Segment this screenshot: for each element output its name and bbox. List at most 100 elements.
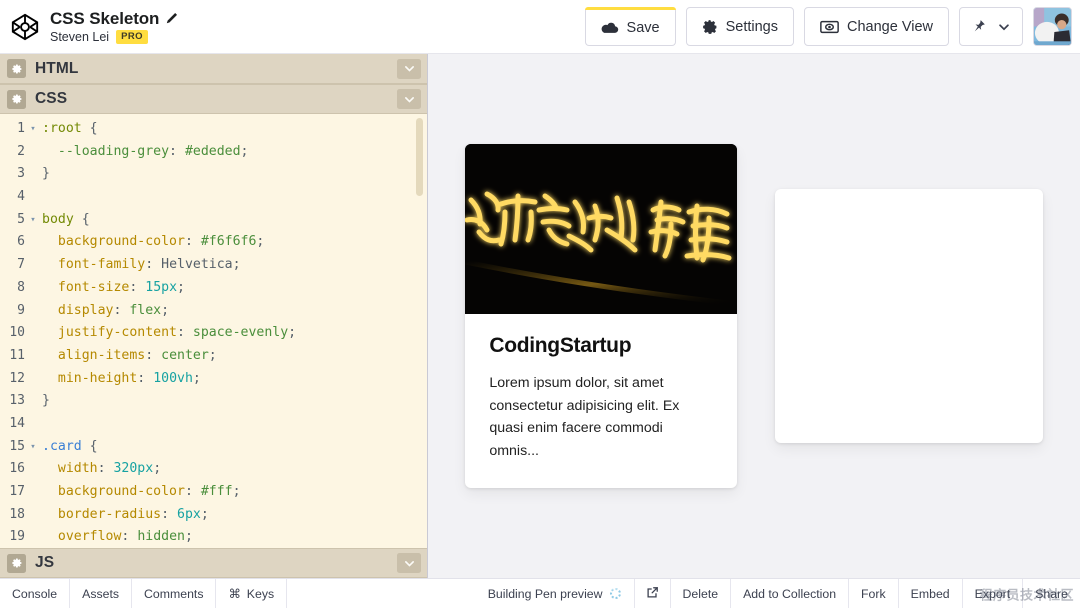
editor-scrollbar-thumb[interactable]	[416, 118, 423, 196]
code-text: justify-content: space-evenly;	[57, 325, 297, 341]
code-line[interactable]: 18 border-radius: 6px;	[0, 504, 427, 527]
code-text: --loading-grey: #ededed;	[57, 143, 249, 159]
code-line[interactable]: 19 overflow: hidden;	[0, 526, 427, 548]
css-collapse-chevron-down-icon[interactable]	[397, 89, 421, 109]
pin-button[interactable]	[959, 7, 1023, 46]
panel-header-css[interactable]: CSS	[0, 84, 427, 114]
css-code-editor[interactable]: 1 ▾:root {2 --loading-grey: #ededed; 3} 4 5 ▾…	[0, 114, 427, 548]
author-name[interactable]: Steven Lei	[50, 30, 109, 44]
avatar[interactable]	[1033, 7, 1072, 46]
bottom-right-actions: Building Pen preview Delete Add to Colle…	[475, 579, 1080, 608]
change-view-button[interactable]: Change View	[804, 7, 949, 46]
bottom-item-console[interactable]: Console	[0, 579, 71, 608]
add-to-collection-button[interactable]: Add to Collection	[730, 579, 848, 608]
export-label: Export	[974, 586, 1011, 601]
code-line[interactable]: 1 ▾:root {	[0, 118, 427, 141]
bottom-item-assets[interactable]: Assets	[70, 579, 133, 608]
line-number: 7	[17, 257, 25, 273]
code-text: min-height: 100vh;	[57, 370, 201, 386]
keys-label: Keys	[246, 586, 275, 601]
card-image	[465, 144, 738, 314]
css-settings-gear-icon[interactable]	[7, 89, 26, 109]
top-actions: Save Settings Change View	[584, 7, 1072, 46]
preview-pane[interactable]: CodingStartup Lorem ipsum dolor, sit ame…	[428, 54, 1080, 578]
assets-label: Assets	[82, 586, 120, 601]
code-text: background-color: #f6f6f6;	[57, 234, 265, 250]
view-icon	[820, 20, 839, 34]
fold-toggle-icon[interactable]: ▾	[26, 436, 40, 459]
bottom-item-comments[interactable]: Comments	[132, 579, 217, 608]
line-number: 10	[9, 325, 25, 341]
add-to-collection-label: Add to Collection	[743, 586, 837, 601]
line-number: 17	[9, 484, 25, 499]
code-line[interactable]: 7 font-family: Helvetica;	[0, 254, 427, 277]
save-button[interactable]: Save	[584, 7, 676, 46]
export-button[interactable]: Export	[961, 579, 1023, 608]
pencil-icon[interactable]	[165, 12, 178, 25]
open-preview-button[interactable]	[633, 579, 670, 608]
line-number: 16	[9, 461, 25, 477]
pin-icon	[971, 19, 986, 34]
js-collapse-chevron-down-icon[interactable]	[397, 553, 421, 573]
code-line[interactable]: 16 width: 320px;	[0, 458, 427, 481]
code-line[interactable]: 9 display: flex;	[0, 300, 427, 323]
code-line[interactable]: 14	[0, 413, 427, 436]
code-line[interactable]: 2 --loading-grey: #ededed;	[0, 141, 427, 164]
loading-spinner-icon	[609, 588, 621, 599]
code-line[interactable]: 4	[0, 186, 427, 209]
command-key-icon: ⌘	[228, 586, 241, 601]
line-number: 5	[17, 211, 25, 227]
panel-header-js[interactable]: JS	[0, 548, 427, 578]
line-number: 18	[9, 506, 25, 522]
share-button[interactable]: Share	[1022, 579, 1080, 608]
line-number: 19	[9, 529, 25, 545]
delete-label: Delete	[682, 586, 719, 601]
card-body: CodingStartup Lorem ipsum dolor, sit ame…	[465, 314, 737, 488]
code-line[interactable]: 15 ▾ .card {	[0, 436, 427, 459]
html-collapse-chevron-down-icon[interactable]	[397, 58, 421, 79]
code-line[interactable]: 12 min-height: 100vh;	[0, 368, 427, 391]
line-number: 3	[17, 166, 25, 182]
code-line[interactable]: 17 background-color: #fff;	[0, 481, 427, 504]
settings-button[interactable]: Settings	[685, 7, 794, 46]
line-number: 6	[17, 234, 25, 250]
fold-toggle-icon[interactable]: ▾	[26, 118, 40, 141]
console-label: Console	[12, 586, 58, 601]
bottom-toolbar: Console Assets Comments ⌘ Keys Building …	[0, 578, 1080, 608]
author-row: Steven Lei PRO	[50, 29, 178, 45]
line-number: 14	[9, 415, 25, 431]
pen-meta: CSS Skeleton Steven Lei PRO	[50, 9, 178, 45]
code-line[interactable]: 8 font-size: 15px;	[0, 277, 427, 300]
settings-label: Settings	[725, 18, 778, 35]
js-settings-gear-icon[interactable]	[7, 553, 26, 573]
delete-button[interactable]: Delete	[669, 579, 731, 608]
embed-button[interactable]: Embed	[897, 579, 962, 608]
code-line[interactable]: 10 justify-content: space-evenly;	[0, 322, 427, 345]
code-line[interactable]: 3}	[0, 163, 427, 186]
main-area: HTML CSS 1 ▾:root {2 --loading-grey: #…	[0, 54, 1080, 578]
save-label: Save	[626, 19, 660, 36]
editor-scrollbar[interactable]	[416, 114, 423, 548]
bottom-item-keys[interactable]: ⌘ Keys	[216, 579, 288, 608]
code-text: background-color: #fff;	[57, 484, 241, 499]
code-line[interactable]: 6 background-color: #f6f6f6;	[0, 231, 427, 254]
code-text: overflow: hidden;	[57, 529, 193, 545]
fork-button[interactable]: Fork	[848, 579, 898, 608]
code-lines: 1 ▾:root {2 --loading-grey: #ededed; 3} 4 5 ▾…	[0, 118, 427, 548]
page-title[interactable]: CSS Skeleton	[50, 9, 159, 29]
code-line[interactable]: 13}	[0, 390, 427, 413]
line-number: 2	[17, 143, 25, 159]
fold-toggle-icon[interactable]: ▾	[26, 209, 40, 232]
pen-title-row: CSS Skeleton	[50, 9, 178, 29]
code-line[interactable]: 11 align-items: center;	[0, 345, 427, 368]
code-line[interactable]: 5 ▾ body {	[0, 209, 427, 232]
html-settings-gear-icon[interactable]	[7, 59, 26, 78]
editor-column: HTML CSS 1 ▾:root {2 --loading-grey: #…	[0, 54, 428, 578]
panel-header-html[interactable]: HTML	[0, 54, 427, 84]
